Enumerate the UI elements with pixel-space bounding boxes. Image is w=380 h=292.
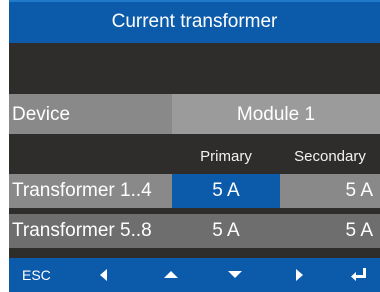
secondary-value[interactable]: 5 A (280, 214, 380, 248)
title-bar: Current transformer (9, 0, 380, 43)
up-key[interactable] (159, 258, 183, 292)
table-row[interactable]: Transformer 1..4 5 A 5 A (9, 174, 380, 208)
esc-label: ESC (22, 267, 51, 283)
row-label: Transformer 1..4 (9, 174, 172, 208)
device-value[interactable]: Module 1 (172, 94, 380, 134)
enter-key[interactable] (347, 258, 371, 292)
softkey-bar: ESC (9, 258, 380, 292)
secondary-value[interactable]: 5 A (280, 174, 380, 208)
primary-value[interactable]: 5 A (172, 214, 280, 248)
column-header-primary: Primary (200, 148, 252, 165)
enter-icon (351, 268, 366, 281)
esc-key[interactable]: ESC (22, 258, 62, 292)
column-header-secondary: Secondary (294, 148, 366, 165)
page-title: Current transformer (111, 11, 278, 32)
arrow-left-icon (100, 269, 107, 281)
primary-value-selected[interactable]: 5 A (172, 174, 280, 208)
device-row[interactable]: Device Module 1 (9, 94, 380, 134)
table-row[interactable]: Transformer 5..8 5 A 5 A (9, 214, 380, 248)
left-key[interactable] (95, 258, 115, 292)
device-label: Device (9, 94, 172, 134)
device-screen: Current transformer Device Module 1 Prim… (9, 0, 380, 292)
right-key[interactable] (291, 258, 311, 292)
arrow-down-icon (228, 271, 242, 278)
row-label: Transformer 5..8 (9, 214, 172, 248)
arrow-right-icon (296, 269, 303, 281)
arrow-up-icon (164, 271, 178, 278)
down-key[interactable] (223, 258, 247, 292)
column-header-row: Primary Secondary (9, 140, 380, 174)
